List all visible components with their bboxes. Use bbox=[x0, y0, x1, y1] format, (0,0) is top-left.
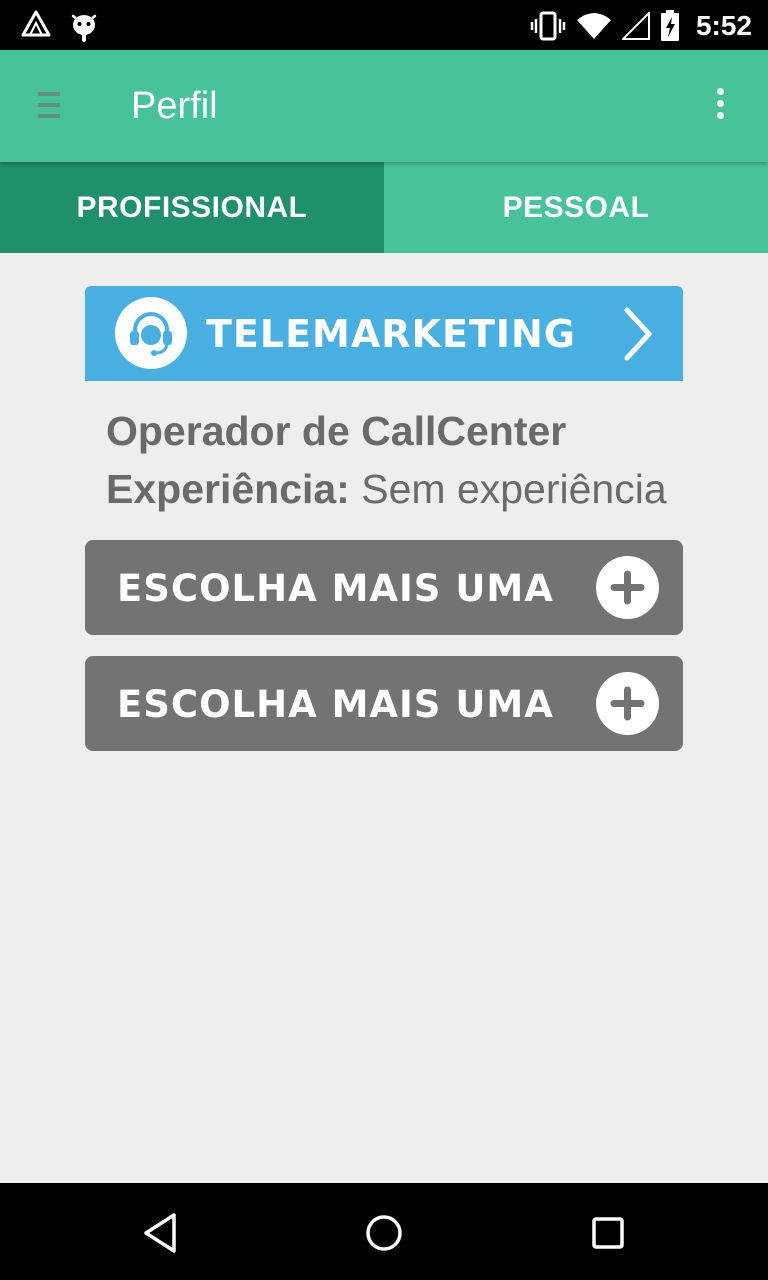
plus-circle-icon bbox=[596, 556, 659, 619]
back-icon[interactable] bbox=[138, 1211, 182, 1255]
status-icons: 5:52 bbox=[530, 6, 752, 46]
vibrate-icon bbox=[530, 11, 566, 41]
experience-label: Experiência: bbox=[106, 466, 350, 512]
experience-value: Sem experiência bbox=[361, 466, 667, 512]
app-bar: Perfil bbox=[0, 50, 768, 162]
profile-content: TELEMARKETING Operador de CallCenter Exp… bbox=[0, 253, 768, 1183]
experience-line: Experiência: Sem experiência bbox=[106, 466, 667, 513]
plus-circle-icon bbox=[596, 672, 659, 735]
hamburger-menu-icon[interactable] bbox=[38, 92, 62, 122]
android-icon bbox=[71, 14, 97, 42]
home-icon[interactable] bbox=[362, 1211, 406, 1255]
chevron-right-icon bbox=[624, 307, 652, 361]
status-time: 5:52 bbox=[695, 10, 752, 41]
page-title: Perfil bbox=[131, 85, 218, 127]
tab-pessoal[interactable]: PESSOAL bbox=[384, 162, 768, 253]
category-card-telemarketing[interactable]: TELEMARKETING bbox=[85, 286, 683, 381]
battery-charging-icon bbox=[660, 10, 679, 41]
add-category-label: ESCOLHA MAIS UMA bbox=[117, 567, 554, 610]
tab-profissional[interactable]: PROFISSIONAL bbox=[0, 162, 384, 253]
add-category-button[interactable]: ESCOLHA MAIS UMA bbox=[85, 540, 683, 635]
add-category-label: ESCOLHA MAIS UMA bbox=[117, 683, 554, 726]
more-vertical-icon[interactable] bbox=[712, 88, 728, 124]
recents-icon[interactable] bbox=[586, 1211, 630, 1255]
headset-icon bbox=[115, 297, 187, 369]
category-label: TELEMARKETING bbox=[206, 312, 576, 356]
system-nav-bar bbox=[0, 1183, 768, 1280]
wifi-icon bbox=[576, 13, 611, 39]
notification-triangle-icon bbox=[21, 10, 51, 37]
job-title: Operador de CallCenter bbox=[106, 408, 567, 454]
signal-icon bbox=[621, 12, 650, 40]
tab-bar: PROFISSIONAL PESSOAL bbox=[0, 162, 768, 253]
status-bar: 5:52 bbox=[0, 0, 768, 50]
add-category-button[interactable]: ESCOLHA MAIS UMA bbox=[85, 656, 683, 751]
